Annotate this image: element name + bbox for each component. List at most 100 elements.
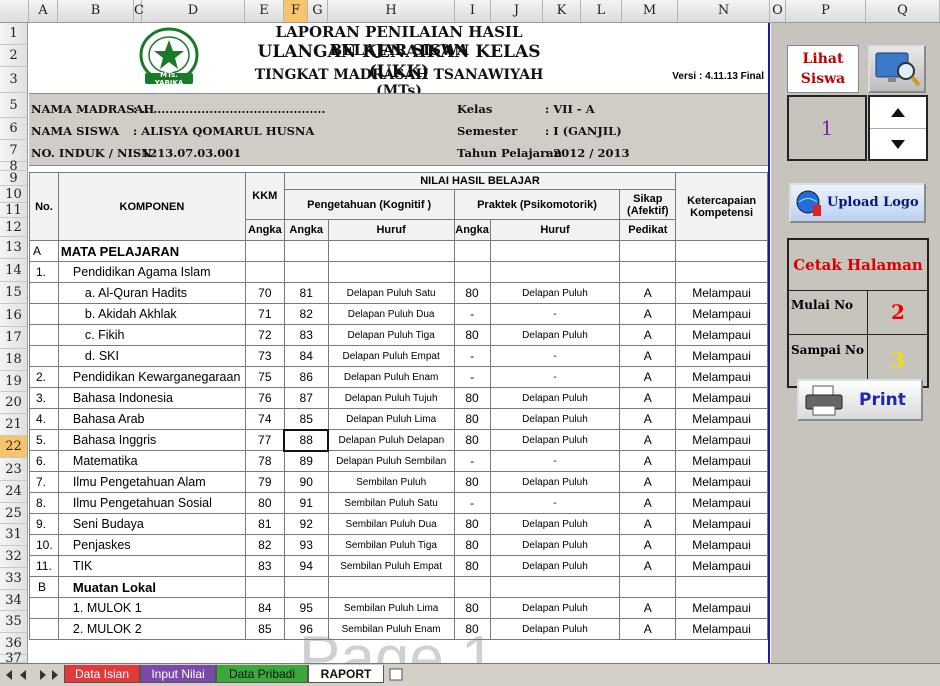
row-ketercapaian[interactable]: Melampaui <box>675 597 768 619</box>
row-no[interactable]: 5. <box>29 429 59 451</box>
row-ketercapaian[interactable]: Melampaui <box>675 429 768 451</box>
row-no[interactable] <box>29 282 59 304</box>
row-kkm[interactable]: 81 <box>244 513 285 535</box>
row-nilai-angka[interactable]: 85 <box>283 408 329 430</box>
row-praktek-huruf[interactable]: Delapan Puluh <box>489 618 621 640</box>
row-no[interactable]: 6. <box>29 450 59 472</box>
row-praktek-huruf[interactable]: - <box>489 366 621 388</box>
column-header[interactable]: O <box>770 0 786 22</box>
row-header[interactable]: 10 <box>0 186 28 203</box>
upload-logo-button[interactable]: Upload Logo <box>789 183 926 223</box>
row-komponen[interactable]: d. SKI <box>57 345 246 367</box>
row-nilai-angka[interactable] <box>283 261 329 283</box>
row-nilai-huruf[interactable]: Sembilan Puluh Satu <box>327 492 455 514</box>
row-nilai-huruf[interactable]: Delapan Puluh Empat <box>327 345 455 367</box>
row-praktek-angka[interactable]: 80 <box>453 555 491 577</box>
row-praktek-huruf[interactable]: Delapan Puluh <box>489 324 621 346</box>
row-praktek-angka[interactable]: 80 <box>453 408 491 430</box>
row-nilai-angka[interactable]: 92 <box>283 513 329 535</box>
row-praktek-huruf[interactable]: - <box>489 492 621 514</box>
row-header[interactable]: 34 <box>0 590 28 611</box>
row-komponen[interactable]: Ilmu Pengetahuan Sosial <box>57 492 246 514</box>
row-praktek-angka[interactable]: - <box>453 450 491 472</box>
column-header[interactable]: G <box>308 0 328 22</box>
row-komponen[interactable]: Pendidikan Kewarganegaraan <box>57 366 246 388</box>
column-header[interactable]: P <box>786 0 866 22</box>
column-header-selected[interactable]: F <box>284 0 308 22</box>
row-praktek-angka[interactable]: 80 <box>453 387 491 409</box>
row-header[interactable]: 31 <box>0 524 28 546</box>
row-komponen[interactable]: Bahasa Arab <box>57 408 246 430</box>
row-komponen[interactable]: b. Akidah Akhlak <box>57 303 246 325</box>
row-ketercapaian[interactable]: Melampaui <box>675 408 768 430</box>
row-header[interactable]: 21 <box>0 414 28 436</box>
row-praktek-angka[interactable]: 80 <box>453 513 491 535</box>
row-nilai-huruf[interactable]: Sembilan Puluh Empat <box>327 555 455 577</box>
row-nilai-angka[interactable]: 81 <box>283 282 329 304</box>
row-nilai-huruf[interactable]: Delapan Puluh Tujuh <box>327 387 455 409</box>
row-sikap[interactable]: A <box>619 429 677 451</box>
row-header[interactable]: 24 <box>0 481 28 503</box>
row-header[interactable]: 14 <box>0 259 28 282</box>
row-nilai-angka[interactable]: 86 <box>283 366 329 388</box>
row-praktek-angka[interactable]: 80 <box>453 534 491 556</box>
row-no[interactable]: 7. <box>29 471 59 493</box>
row-nilai-angka[interactable]: 95 <box>283 597 329 619</box>
row-header[interactable]: 16 <box>0 304 28 327</box>
row-praktek-huruf[interactable]: - <box>489 345 621 367</box>
row-nilai-angka[interactable]: 88 <box>283 428 330 452</box>
row-no[interactable]: 2. <box>29 366 59 388</box>
view-student-button[interactable] <box>868 45 926 93</box>
row-sikap[interactable]: A <box>619 387 677 409</box>
row-header[interactable]: 22 <box>0 436 28 458</box>
row-nilai-angka[interactable]: 91 <box>283 492 329 514</box>
row-sikap[interactable]: A <box>619 555 677 577</box>
row-kkm[interactable]: 71 <box>244 303 285 325</box>
row-nilai-huruf[interactable]: Delapan Puluh Dua <box>327 303 455 325</box>
row-kkm[interactable]: 70 <box>244 282 285 304</box>
row-nilai-angka[interactable]: 89 <box>283 450 329 472</box>
row-ketercapaian[interactable]: Melampaui <box>675 534 768 556</box>
row-ketercapaian[interactable]: Melampaui <box>675 303 768 325</box>
row-kkm[interactable]: 75 <box>244 366 285 388</box>
column-header[interactable]: H <box>328 0 455 22</box>
row-header[interactable]: 17 <box>0 327 28 349</box>
row-nilai-angka[interactable]: 90 <box>283 471 329 493</box>
row-praktek-angka[interactable]: 80 <box>453 324 491 346</box>
row-header[interactable]: 1 <box>0 23 28 45</box>
row-sikap[interactable]: A <box>619 366 677 388</box>
row-praktek-angka[interactable]: 80 <box>453 597 491 619</box>
row-header[interactable]: 9 <box>0 171 28 186</box>
column-header[interactable]: C <box>134 0 144 22</box>
row-sikap[interactable]: A <box>619 345 677 367</box>
row-kkm[interactable]: 72 <box>244 324 285 346</box>
row-ketercapaian[interactable]: Melampaui <box>675 345 768 367</box>
row-header[interactable]: 3 <box>0 67 28 93</box>
student-spinner[interactable] <box>868 95 928 161</box>
row-nilai-angka[interactable]: 94 <box>283 555 329 577</box>
row-no[interactable]: 4. <box>29 408 59 430</box>
row-praktek-huruf[interactable] <box>489 261 621 283</box>
row-praktek-huruf[interactable]: Delapan Puluh <box>489 534 621 556</box>
row-header[interactable]: 19 <box>0 371 28 392</box>
row-no[interactable] <box>29 303 59 325</box>
row-kkm[interactable]: 74 <box>244 408 285 430</box>
column-header[interactable]: I <box>455 0 491 22</box>
tab-data-isian[interactable]: Data Isian <box>64 665 140 683</box>
column-header[interactable]: B <box>58 0 134 22</box>
mulai-no-value[interactable]: 2 <box>867 290 928 335</box>
row-ketercapaian[interactable]: Melampaui <box>675 513 768 535</box>
row-ketercapaian[interactable]: Melampaui <box>675 618 768 640</box>
column-header[interactable]: L <box>581 0 622 22</box>
row-nilai-angka[interactable]: 84 <box>283 345 329 367</box>
select-all-corner[interactable] <box>0 0 29 22</box>
row-praktek-huruf[interactable]: Delapan Puluh <box>489 513 621 535</box>
row-no[interactable]: 8. <box>29 492 59 514</box>
row-sikap[interactable] <box>619 261 677 283</box>
row-sikap[interactable]: A <box>619 597 677 619</box>
row-nilai-huruf[interactable]: Delapan Puluh Sembilan <box>327 450 455 472</box>
column-header[interactable]: E <box>245 0 284 22</box>
row-header[interactable]: 33 <box>0 568 28 590</box>
row-ketercapaian[interactable]: Melampaui <box>675 450 768 472</box>
row-praktek-angka[interactable]: - <box>453 366 491 388</box>
